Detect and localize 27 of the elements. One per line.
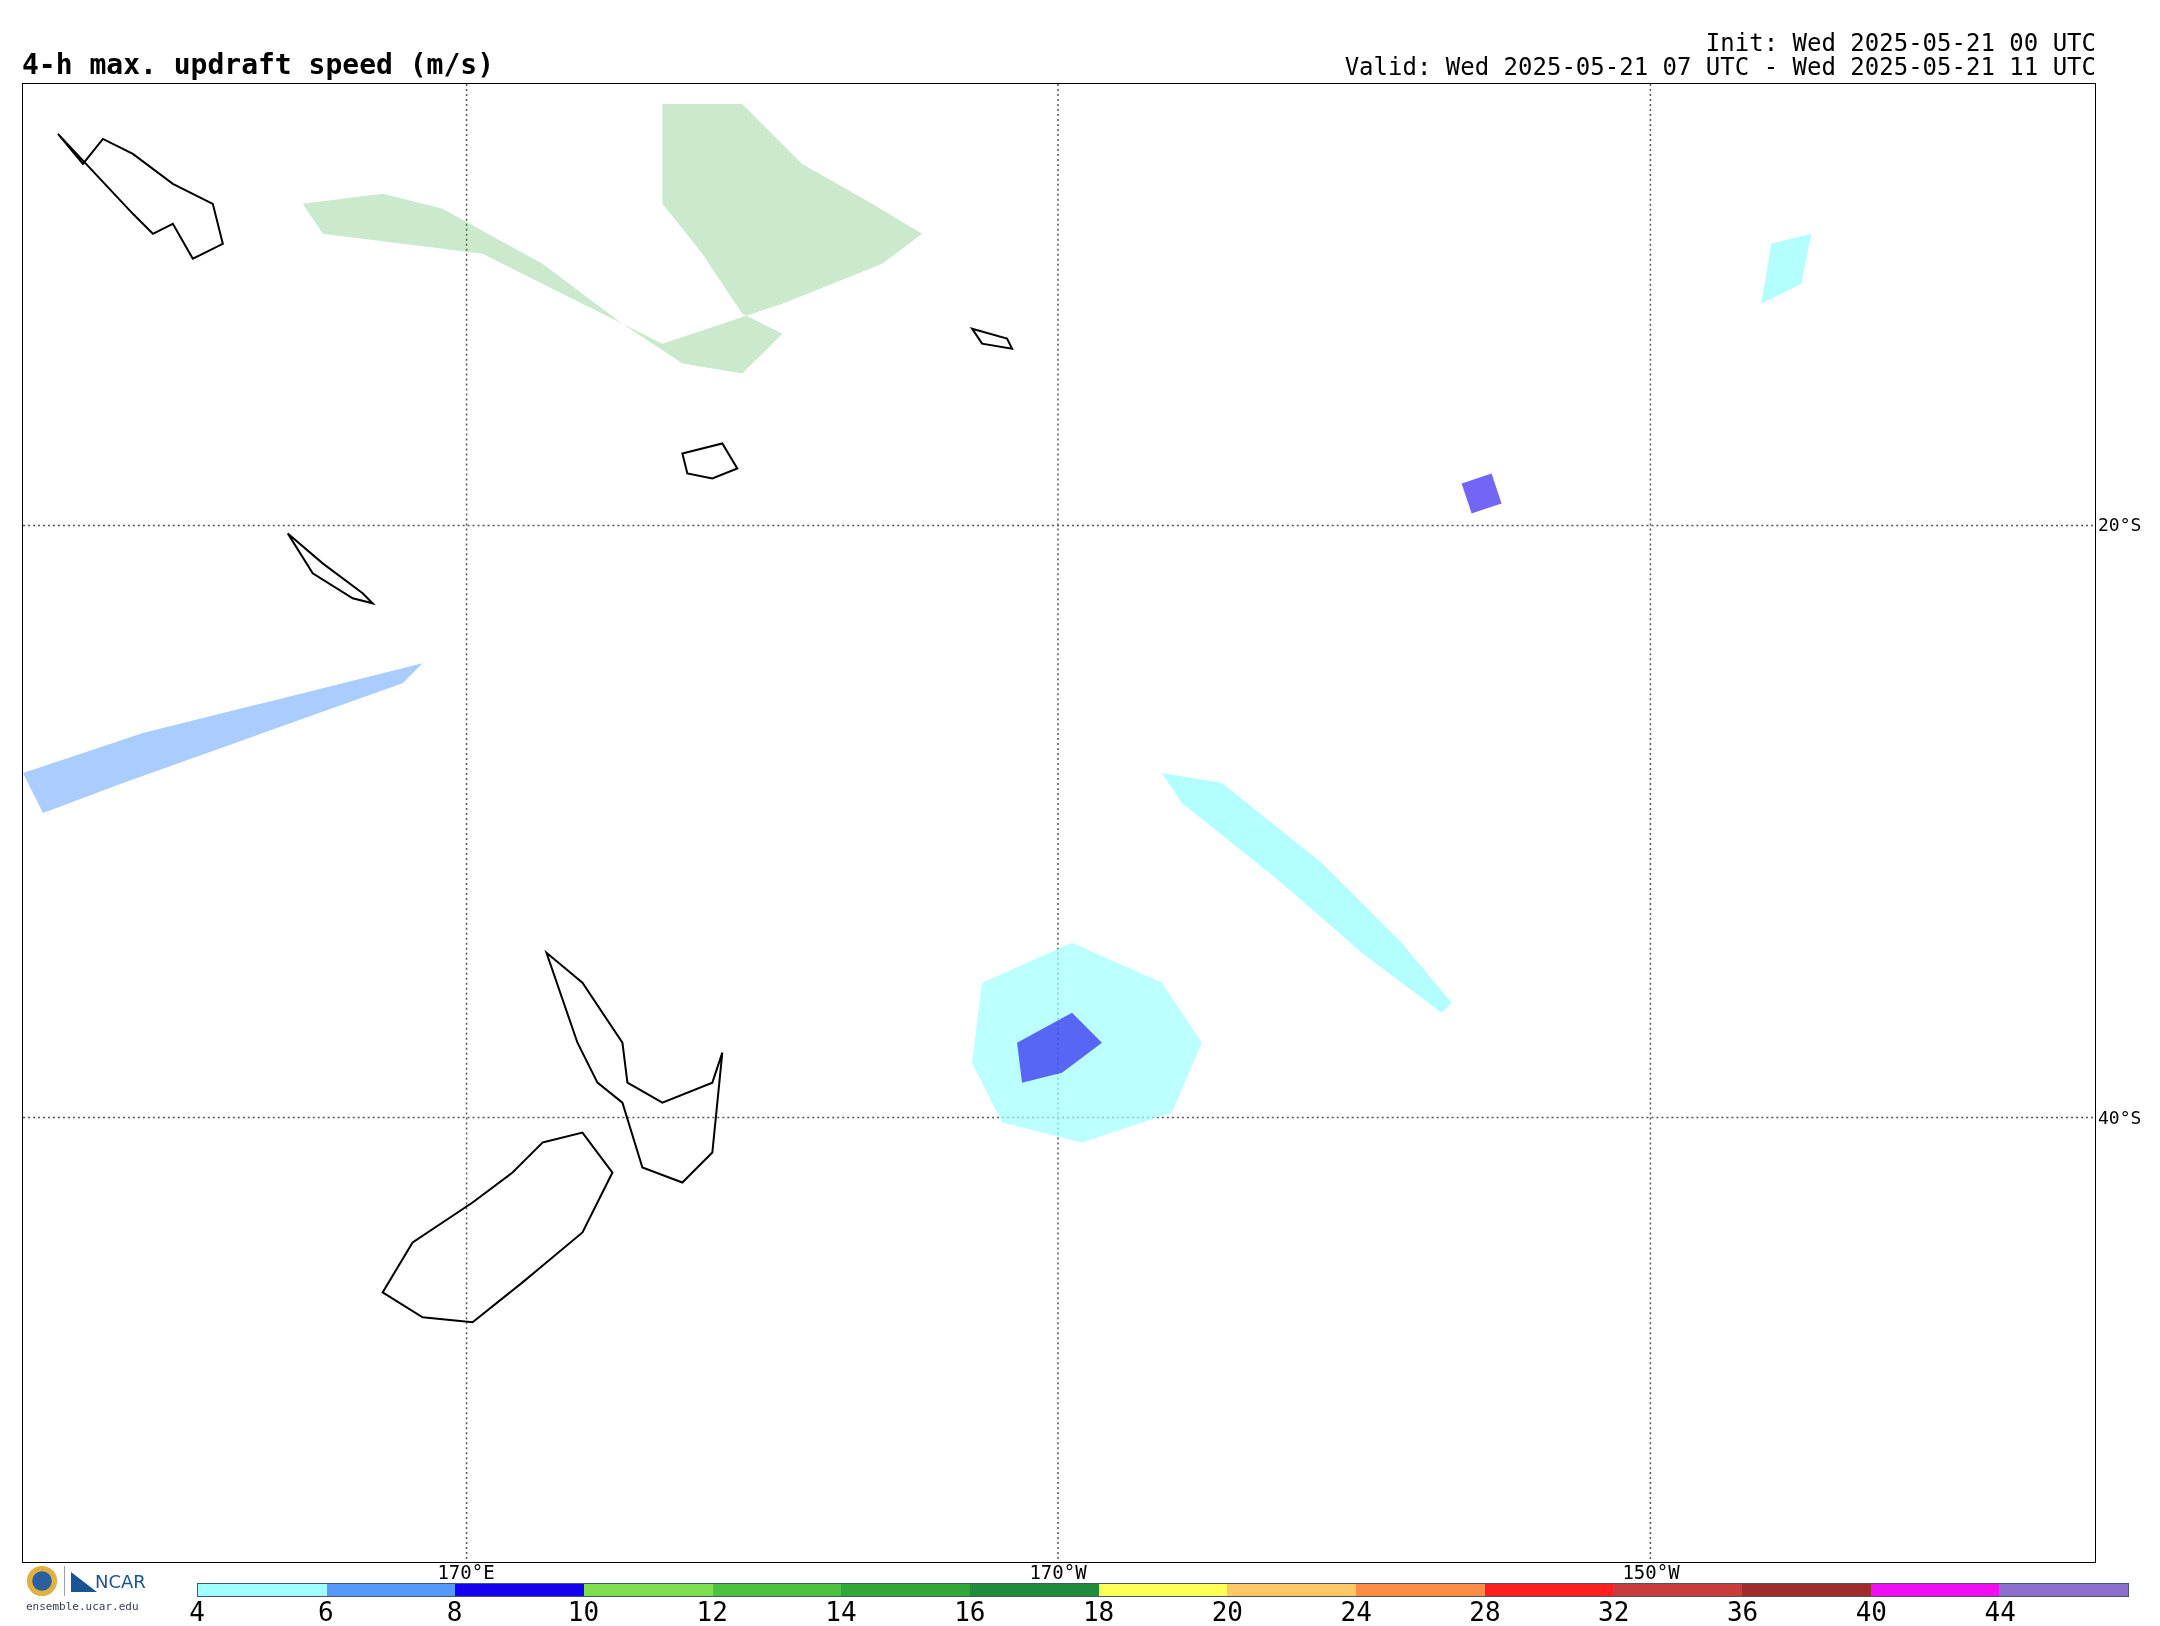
logo-name: NCAR	[95, 1569, 146, 1594]
tick-label: 18	[1082, 1599, 1115, 1625]
wedge-logo-icon	[71, 1570, 97, 1592]
tick-label: 14	[825, 1599, 857, 1625]
valid-time: Valid: Wed 2025-05-21 07 UTC - Wed 2025-05-21 11 UTC	[1344, 55, 2096, 79]
tick-label: 44	[1984, 1599, 2016, 1625]
init-time: Init: Wed 2025-05-21 00 UTC	[1705, 31, 2096, 55]
tick-label: 10	[567, 1599, 600, 1625]
tick-label: 8	[446, 1599, 463, 1625]
longitude-label: 170°W	[1029, 1563, 1087, 1582]
seal-logo-icon	[26, 1565, 58, 1597]
latitude-label: 40°S	[2098, 1109, 2142, 1127]
tick-label: 36	[1726, 1599, 1759, 1625]
site-url: ensemble.ucar.edu	[26, 1599, 140, 1615]
tick-label: 16	[954, 1599, 986, 1625]
longitude-label: 170°E	[437, 1563, 495, 1582]
tick-label: 6	[317, 1599, 334, 1625]
tick-label: 28	[1469, 1599, 1501, 1625]
chart-title: 4-h max. updraft speed (m/s)	[22, 51, 494, 79]
tick-label: 32	[1598, 1599, 1630, 1625]
latitude-label: 20°S	[2098, 516, 2142, 534]
tick-label: 40	[1855, 1599, 1887, 1625]
tick-label: 24	[1340, 1599, 1372, 1625]
tick-label: 20	[1211, 1599, 1244, 1625]
tick-label: 4	[189, 1599, 205, 1625]
longitude-label: 150°W	[1622, 1563, 1680, 1582]
tick-label: 12	[696, 1599, 728, 1625]
